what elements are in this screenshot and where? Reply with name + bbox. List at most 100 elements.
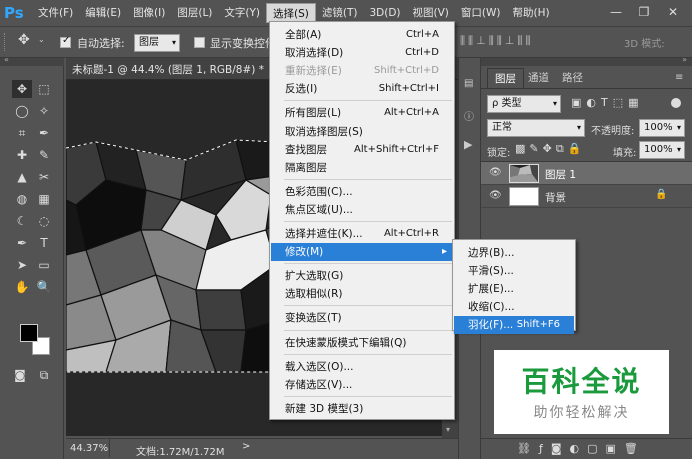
tool-icon[interactable]: ✥: [12, 80, 32, 98]
tool-icon[interactable]: ⬚: [34, 80, 54, 98]
close-button[interactable]: ✕: [664, 3, 682, 21]
menu-item[interactable]: 图层(L): [171, 3, 218, 23]
menu-item[interactable]: 存储选区(V)...: [271, 376, 453, 394]
tool-icon[interactable]: ▭: [34, 256, 54, 274]
tool-icon[interactable]: ✚: [12, 146, 32, 164]
menu-item[interactable]: 滤镜(T): [316, 3, 364, 23]
panel-menu-icon[interactable]: ≡: [675, 72, 683, 83]
menu-item[interactable]: 图像(I): [127, 3, 171, 23]
tool-icon[interactable]: ✒: [34, 124, 54, 142]
tool-icon[interactable]: ▲: [12, 168, 32, 186]
tool-icon[interactable]: ⌗: [12, 124, 32, 142]
menu-item[interactable]: 选择并遮住(K)... Alt+Ctrl+R: [271, 225, 453, 243]
auto-select-dropdown[interactable]: 图层 ▾: [134, 34, 180, 52]
transform-controls-checkbox[interactable]: [194, 37, 205, 48]
menu-item[interactable]: 查找图层 Alt+Shift+Ctrl+F: [271, 141, 453, 159]
layer-row[interactable]: 👁 背景 🔒: [481, 185, 692, 208]
fill-label: 填充:: [613, 148, 637, 159]
menu-item[interactable]: 全部(A) Ctrl+A: [271, 26, 453, 44]
panel-tab[interactable]: 图层: [487, 68, 524, 88]
tool-icon[interactable]: ▦: [34, 190, 54, 208]
info-icon[interactable]: ⓘ: [464, 108, 474, 123]
tool-icon[interactable]: ✋: [12, 278, 32, 296]
menu-item[interactable]: 视图(V): [407, 3, 455, 23]
opacity-field[interactable]: 100% ▾: [639, 119, 685, 137]
chevron-down-icon: ▾: [171, 38, 176, 47]
minimize-button[interactable]: —: [607, 3, 625, 21]
screen-mode-icon[interactable]: ⧉: [34, 366, 54, 384]
menu-item[interactable]: 平滑(S)...: [454, 262, 574, 280]
restore-button[interactable]: ❐: [635, 3, 653, 21]
filter-toggle[interactable]: [671, 98, 681, 108]
submenu-arrow-icon: ▸: [441, 246, 447, 258]
align-distribute-icons[interactable]: ⫼⫼⊥⫼⫼⊥⫼⫼: [460, 34, 620, 52]
menu-item[interactable]: 重新选择(E) Shift+Ctrl+D: [271, 62, 453, 80]
panel-tab[interactable]: 通道: [521, 68, 556, 88]
menu-item[interactable]: 帮助(H): [507, 3, 556, 23]
tool-icon[interactable]: 🔍: [34, 278, 54, 296]
menu-item[interactable]: 反选(I) Shift+Ctrl+I: [271, 80, 453, 98]
tool-icon[interactable]: ☾: [12, 212, 32, 230]
tool-icon[interactable]: ◯: [12, 102, 32, 120]
move-tool-icon[interactable]: ✥: [18, 32, 30, 48]
scroll-down-icon[interactable]: ▾: [446, 425, 450, 434]
filter-type-icons[interactable]: ▣◐T⬚▦: [571, 96, 644, 109]
menu-item[interactable]: 载入选区(O)...: [271, 358, 453, 376]
fill-field[interactable]: 100% ▾: [639, 141, 685, 159]
menu-item[interactable]: 选择(S): [266, 3, 316, 23]
layer-actions-icons[interactable]: ⛓ƒ◙◐▢▣🗑: [517, 442, 646, 455]
menu-item[interactable]: 窗口(W): [455, 3, 507, 23]
menu-item[interactable]: 羽化(F)... Shift+F6: [454, 316, 574, 335]
tool-icon[interactable]: ✎: [34, 146, 54, 164]
menu-item[interactable]: 文字(Y): [218, 3, 266, 23]
tool-icon[interactable]: ◍: [12, 190, 32, 208]
panel-tab[interactable]: 路径: [555, 68, 590, 88]
document-size[interactable]: 文档:1.72M/1.72M: [136, 443, 225, 458]
menu-item[interactable]: 色彩范围(C)...: [271, 183, 453, 201]
tool-icon[interactable]: ➤: [12, 256, 32, 274]
layer-name[interactable]: 背景: [545, 190, 566, 205]
menu-item[interactable]: 收缩(C)...: [454, 298, 574, 316]
menu-item[interactable]: 焦点区域(U)...: [271, 201, 453, 219]
tool-icon[interactable]: ✧: [34, 102, 54, 120]
auto-select-checkbox[interactable]: ✓: [60, 35, 71, 48]
play-icon[interactable]: ▶: [464, 138, 472, 151]
menu-item[interactable]: 修改(M) ▸: [271, 243, 453, 262]
menu-item[interactable]: 所有图层(L) Alt+Ctrl+A: [271, 104, 453, 122]
menu-item-label: 焦点区域(U)...: [285, 203, 353, 216]
foreground-color-swatch[interactable]: [20, 324, 38, 342]
menu-item[interactable]: 变换选区(T): [271, 309, 453, 327]
menu-item[interactable]: 扩大选取(G): [271, 267, 453, 285]
menu-item[interactable]: 隔离图层: [271, 159, 453, 177]
tool-icon[interactable]: ◌: [34, 212, 54, 230]
menu-item[interactable]: 文件(F): [32, 3, 79, 23]
zoom-level[interactable]: 44.37%: [70, 443, 108, 454]
document-title: 未标题-1 @ 44.4% (图层 1, RGB/8#) *: [72, 64, 264, 76]
menu-item[interactable]: 取消选择图层(S): [271, 123, 453, 141]
menu-item[interactable]: 新建 3D 模型(3): [271, 400, 453, 418]
status-arrow-icon[interactable]: >: [242, 441, 250, 452]
menu-item[interactable]: 在快速蒙版模式下编辑(Q): [271, 334, 453, 352]
menu-item[interactable]: 扩展(E)...: [454, 280, 574, 298]
quick-mask-icon[interactable]: ◙: [10, 366, 30, 384]
menu-item[interactable]: 3D(D): [363, 3, 406, 23]
blend-mode-dropdown[interactable]: 正常 ▾: [487, 119, 585, 137]
history-icon[interactable]: ▤: [464, 78, 473, 89]
menu-separator: [284, 353, 452, 355]
tool-icon[interactable]: ✂: [34, 168, 54, 186]
eye-icon[interactable]: 👁: [489, 167, 502, 178]
eye-icon[interactable]: 👁: [489, 190, 502, 201]
tool-icon[interactable]: T: [34, 234, 54, 252]
lock-icons[interactable]: ▩✎✥⧉🔒: [515, 142, 585, 156]
menu-item[interactable]: 编辑(E): [79, 3, 127, 23]
layer-row[interactable]: 👁 图层 1: [481, 162, 692, 185]
chevron-down-icon[interactable]: ⌄: [38, 35, 45, 44]
menu-item-label: 收缩(C)...: [468, 301, 515, 314]
menu-item[interactable]: 边界(B)...: [454, 244, 574, 262]
menu-item[interactable]: 选取相似(R): [271, 285, 453, 303]
tool-icon[interactable]: ✒: [12, 234, 32, 252]
menu-item[interactable]: 取消选择(D) Ctrl+D: [271, 44, 453, 62]
menu-item-shortcut: Alt+Ctrl+A: [384, 107, 439, 119]
layer-name[interactable]: 图层 1: [545, 167, 576, 182]
kind-filter-dropdown[interactable]: ρ 类型 ▾: [487, 95, 561, 113]
